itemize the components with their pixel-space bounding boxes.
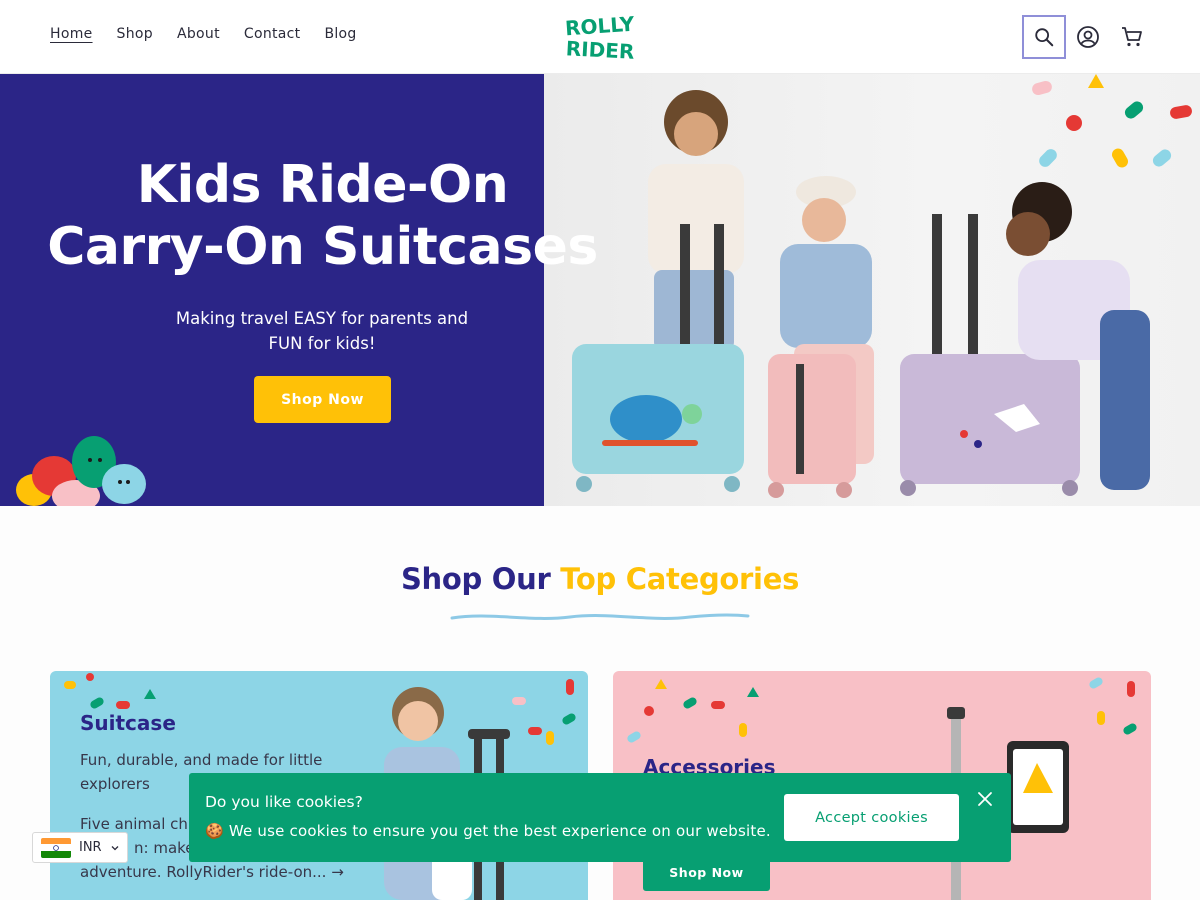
site-header: Home Shop About Contact Blog ROLLY RIDER bbox=[0, 0, 1200, 74]
main-nav: Home Shop About Contact Blog bbox=[50, 26, 357, 42]
kid-one bbox=[648, 90, 744, 350]
currency-selector[interactable]: INR bbox=[32, 832, 128, 863]
cookie-banner: Do you like cookies? 🍪 We use cookies to… bbox=[189, 773, 1011, 862]
hero-image bbox=[544, 74, 1200, 506]
account-icon bbox=[1077, 26, 1099, 48]
hero-title: Kids Ride-On Carry-On Suitcases bbox=[47, 155, 598, 277]
nav-about[interactable]: About bbox=[177, 26, 220, 42]
cookie-message: 🍪 We use cookies to ensure you get the b… bbox=[205, 822, 771, 840]
search-button[interactable] bbox=[1022, 15, 1066, 59]
nav-contact[interactable]: Contact bbox=[244, 26, 301, 42]
nav-blog[interactable]: Blog bbox=[324, 26, 356, 42]
cart-icon bbox=[1122, 27, 1142, 47]
hero-subtitle: Making travel EASY for parents and FUN f… bbox=[175, 309, 469, 353]
india-flag-icon bbox=[41, 837, 71, 858]
nav-home[interactable]: Home bbox=[50, 26, 93, 42]
pink-suitcase bbox=[768, 354, 856, 498]
categories-heading: Shop Our Top Categories bbox=[0, 562, 1200, 596]
cookie-title: Do you like cookies? bbox=[205, 793, 363, 811]
chevron-down-icon bbox=[111, 845, 119, 850]
search-icon bbox=[1035, 28, 1054, 47]
close-icon bbox=[978, 792, 992, 806]
logo-line2: RIDER bbox=[566, 36, 634, 64]
suitcase-card-desc-line3[interactable]: adventure. RollyRider's ride-on... → bbox=[80, 860, 344, 884]
confetti-decoration bbox=[627, 677, 1137, 743]
confetti-decoration bbox=[1032, 74, 1192, 168]
close-cookie-banner-button[interactable] bbox=[975, 789, 995, 809]
hero-shop-now-button[interactable]: Shop Now bbox=[254, 376, 391, 423]
nav-shop[interactable]: Shop bbox=[117, 26, 153, 42]
squiggle-underline bbox=[450, 613, 750, 620]
categories-heading-part1: Shop Our bbox=[400, 562, 551, 596]
kids-with-suitcases-illustration bbox=[572, 74, 1192, 498]
hero-banner: Kids Ride-On Carry-On Suitcases Making t… bbox=[0, 74, 1200, 506]
account-button[interactable] bbox=[1066, 15, 1110, 59]
cart-button[interactable] bbox=[1110, 15, 1154, 59]
currency-code: INR bbox=[79, 840, 102, 855]
suitcase-card-desc-line2: n: make bbox=[134, 839, 195, 857]
categories-heading-part2: Top Categories bbox=[560, 562, 800, 596]
accept-cookies-button[interactable]: Accept cookies bbox=[784, 794, 959, 841]
rollyrider-logo[interactable]: ROLLY RIDER bbox=[564, 10, 635, 64]
character-blobs-decoration bbox=[16, 436, 146, 506]
suitcase-card-title: Suitcase bbox=[80, 711, 176, 735]
